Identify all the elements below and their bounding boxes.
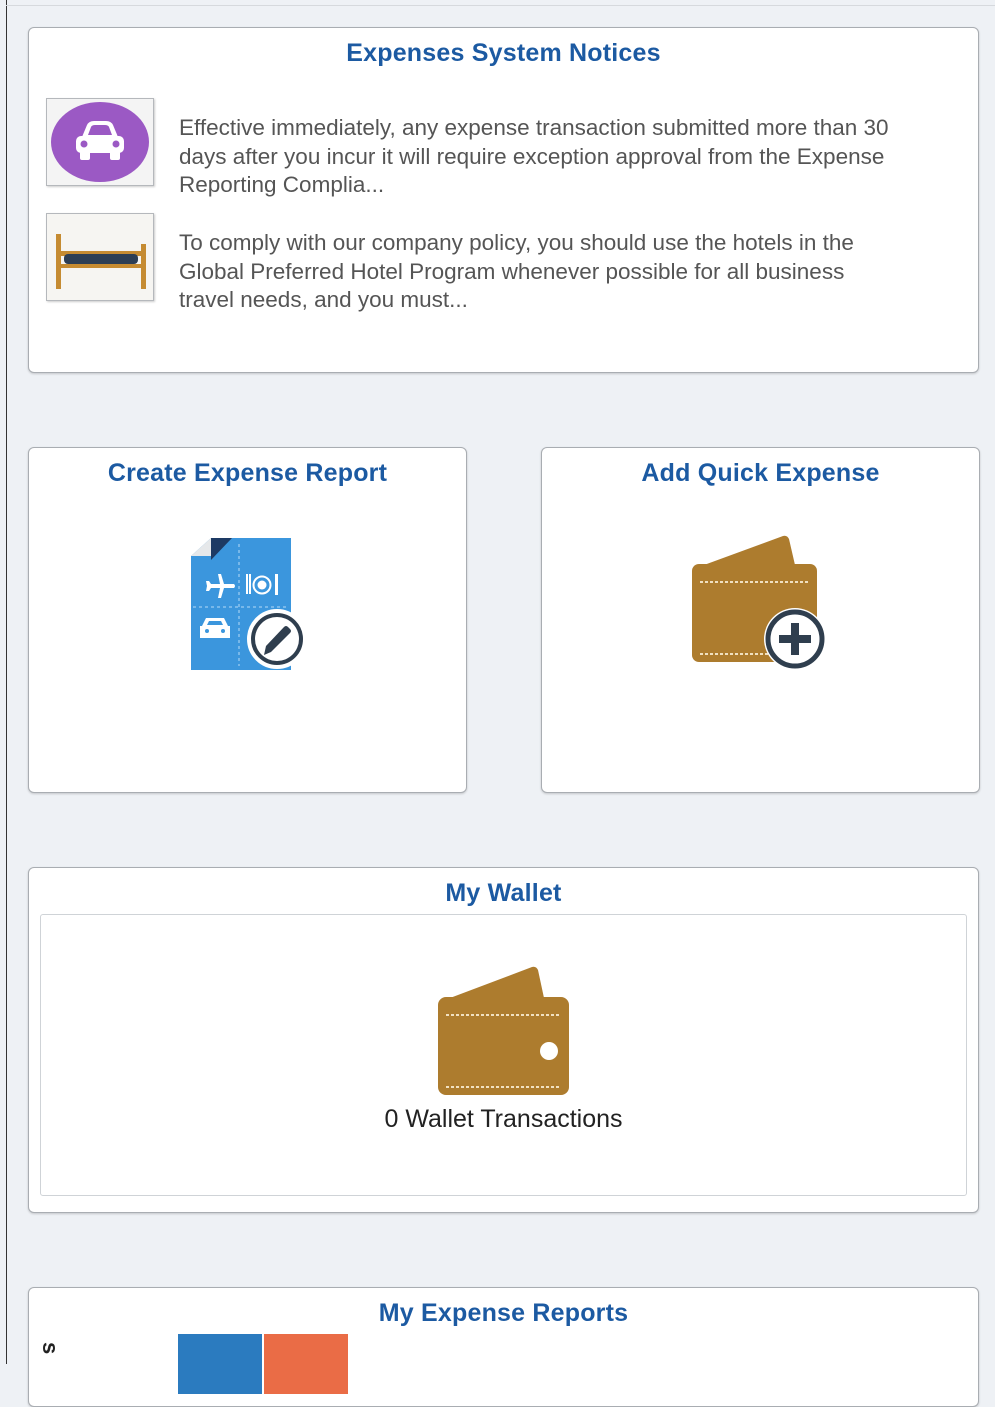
car-icon bbox=[46, 98, 154, 186]
notice-text: Effective immediately, any expense trans… bbox=[179, 115, 889, 197]
expense-report-edit-icon bbox=[191, 538, 307, 670]
wallet-add-icon bbox=[692, 535, 826, 670]
chart-axis-label: s bbox=[38, 1342, 63, 1355]
left-border bbox=[6, 0, 7, 1364]
notices-title: Expenses System Notices bbox=[346, 39, 661, 67]
create-expense-report-tile[interactable]: Create Expense Report bbox=[28, 447, 467, 793]
chart-bar-orange[interactable] bbox=[264, 1334, 348, 1394]
notice-item[interactable]: Effective immediately, any expense trans… bbox=[46, 98, 946, 197]
bed-icon bbox=[46, 213, 154, 301]
my-expense-reports-tile[interactable]: My Expense Reports s bbox=[28, 1287, 979, 1407]
create-expense-report-title: Create Expense Report bbox=[107, 459, 388, 487]
wallet-panel[interactable]: 0 Wallet Transactions bbox=[40, 914, 967, 1196]
my-wallet-title: My Wallet bbox=[445, 879, 562, 907]
my-wallet-tile[interactable]: My Wallet 0 Wallet Transactions bbox=[28, 867, 979, 1213]
notice-text: To comply with our company policy, you s… bbox=[179, 230, 854, 312]
add-quick-expense-title: Add Quick Expense bbox=[641, 459, 880, 487]
wallet-transactions-count: 0 Wallet Transactions bbox=[384, 1105, 623, 1133]
chart-bar-blue[interactable] bbox=[178, 1334, 262, 1394]
wallet-icon bbox=[438, 966, 569, 1095]
add-quick-expense-tile[interactable]: Add Quick Expense bbox=[541, 447, 980, 793]
expenses-notices-tile[interactable]: Expenses System Notices Effective immedi… bbox=[28, 27, 979, 373]
notice-item[interactable]: To comply with our company policy, you s… bbox=[46, 213, 946, 312]
top-border bbox=[6, 5, 995, 6]
my-expense-reports-title: My Expense Reports bbox=[378, 1299, 629, 1327]
